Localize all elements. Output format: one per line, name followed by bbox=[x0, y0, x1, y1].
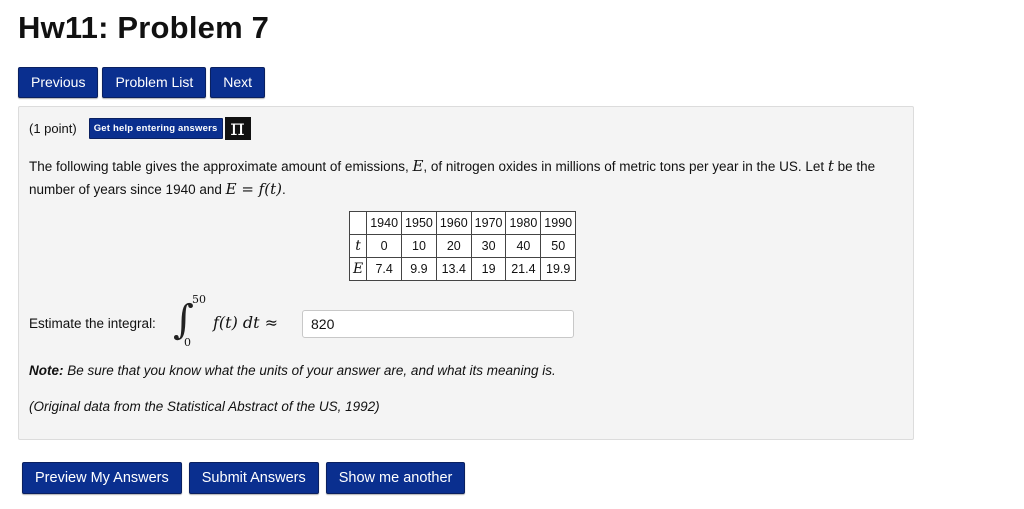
help-entering-answers-button[interactable]: Get help entering answers bbox=[88, 118, 223, 139]
table-cell: 21.4 bbox=[505, 257, 542, 281]
table-cell: 1980 bbox=[505, 211, 542, 235]
table-cell: 20 bbox=[435, 234, 472, 258]
table-row-t: t 0 10 20 30 40 50 bbox=[348, 234, 577, 258]
statement-text: , of nitrogen oxides in millions of metr… bbox=[423, 159, 828, 174]
preview-answers-button[interactable]: Preview My Answers bbox=[22, 462, 182, 494]
table-cell: 9.9 bbox=[401, 257, 437, 281]
table-cell: 1970 bbox=[470, 211, 507, 235]
math-var-e: E bbox=[412, 157, 424, 175]
emissions-table: 1940 1950 1960 1970 1980 1990 t 0 10 20 … bbox=[348, 211, 577, 281]
table-cell: 13.4 bbox=[435, 257, 472, 281]
problem-list-button[interactable]: Problem List bbox=[102, 67, 207, 98]
next-button[interactable]: Next bbox=[210, 67, 266, 98]
source-text: (Original data from the Statistical Abst… bbox=[29, 399, 380, 414]
integrand: f(t) dt ≈ bbox=[213, 313, 279, 332]
table-corner-cell bbox=[348, 211, 368, 235]
pi-icon[interactable]: π bbox=[224, 117, 251, 140]
table-row-years: 1940 1950 1960 1970 1980 1990 bbox=[348, 211, 577, 235]
points-label: (1 point) bbox=[29, 121, 77, 136]
table-cell: 1950 bbox=[401, 211, 437, 235]
submit-actions: Preview My Answers Submit Answers Show m… bbox=[22, 462, 466, 494]
integral-expression: ∫ 50 0 f(t) dt ≈ bbox=[173, 293, 293, 353]
show-another-button[interactable]: Show me another bbox=[325, 462, 466, 494]
table-cell: 0 bbox=[366, 234, 403, 258]
table-cell: 1990 bbox=[540, 211, 577, 235]
answer-input[interactable] bbox=[302, 310, 574, 338]
integral-lower-limit: 0 bbox=[184, 336, 191, 349]
note-body: Be sure that you know what the units of … bbox=[63, 363, 556, 378]
table-cell: 1940 bbox=[366, 211, 403, 235]
table-row-header: E bbox=[348, 257, 368, 281]
table-row-e: E 7.4 9.9 13.4 19 21.4 19.9 bbox=[348, 257, 577, 281]
table-cell: 19.9 bbox=[540, 257, 577, 281]
math-formula: E = f(t) bbox=[225, 180, 282, 198]
integral-upper-limit: 50 bbox=[192, 293, 206, 306]
statement-text: . bbox=[281, 182, 286, 197]
estimate-label: Estimate the integral: bbox=[29, 316, 156, 331]
table-cell: 1960 bbox=[435, 211, 472, 235]
estimate-row: Estimate the integral: ∫ 50 0 f(t) dt ≈ bbox=[29, 293, 889, 353]
page-title: Hw11: Problem 7 bbox=[18, 10, 270, 45]
problem-nav: Previous Problem List Next bbox=[18, 67, 266, 98]
table-cell: 7.4 bbox=[366, 257, 403, 281]
problem-panel: (1 point) Get help entering answers π Th… bbox=[18, 106, 914, 440]
note-text: Note: Be sure that you know what the uni… bbox=[29, 363, 556, 378]
problem-statement: The following table gives the approximat… bbox=[29, 155, 899, 201]
table-cell: 40 bbox=[505, 234, 542, 258]
previous-button[interactable]: Previous bbox=[18, 67, 99, 98]
table-cell: 30 bbox=[470, 234, 507, 258]
table-cell: 50 bbox=[540, 234, 577, 258]
submit-answers-button[interactable]: Submit Answers bbox=[188, 462, 319, 494]
table-cell: 10 bbox=[401, 234, 437, 258]
table-row-header: t bbox=[348, 234, 368, 258]
statement-text: The following table gives the approximat… bbox=[29, 159, 413, 174]
points-row: (1 point) Get help entering answers π bbox=[29, 117, 251, 140]
table-cell: 19 bbox=[470, 257, 507, 281]
note-label: Note: bbox=[29, 363, 64, 378]
